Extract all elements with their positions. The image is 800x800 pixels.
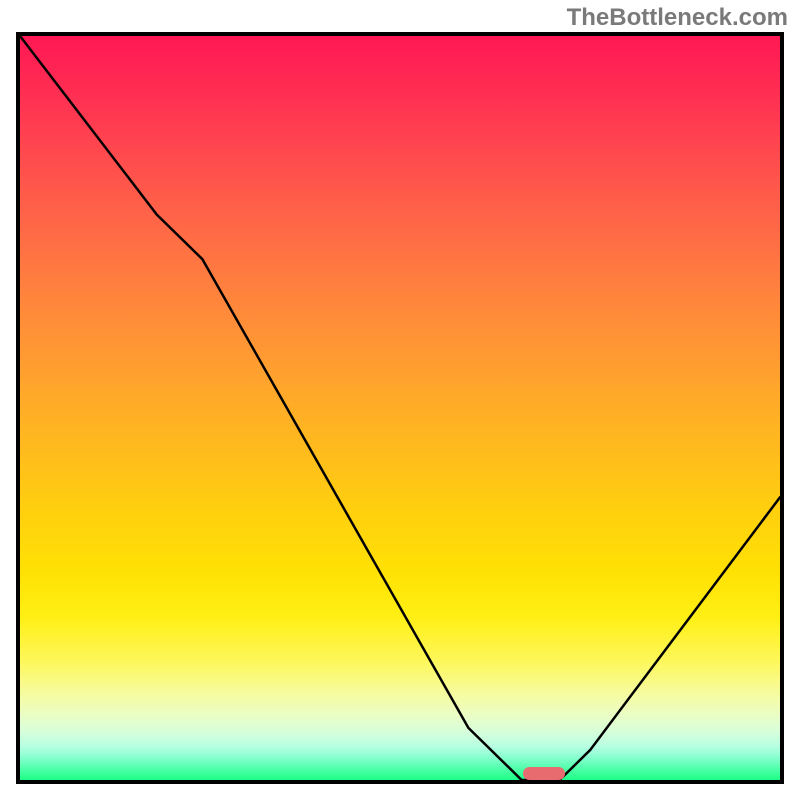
minimum-marker-pill (523, 767, 565, 780)
bottleneck-curve-line (20, 36, 780, 780)
chart-area (16, 32, 784, 784)
watermark-text: TheBottleneck.com (567, 4, 788, 32)
